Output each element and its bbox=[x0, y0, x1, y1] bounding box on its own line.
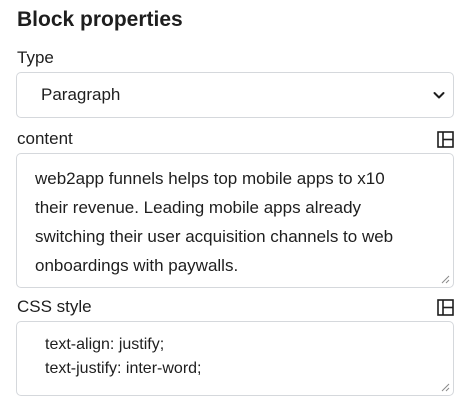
resize-grip-icon[interactable] bbox=[440, 274, 450, 284]
resize-grip-icon[interactable] bbox=[440, 382, 450, 392]
chevron-down-icon bbox=[433, 92, 445, 99]
content-textarea[interactable]: web2app funnels helps top mobile apps to… bbox=[16, 153, 454, 288]
css-style-textarea[interactable]: text-align: justify; text-justify: inter… bbox=[16, 321, 454, 396]
type-select[interactable]: Paragraph bbox=[16, 72, 454, 118]
type-label: Type bbox=[17, 48, 54, 67]
content-line: web2app funnels helps top mobile apps to… bbox=[35, 169, 385, 188]
css-line: text-justify: inter-word; bbox=[45, 360, 202, 377]
layout-panel-icon[interactable] bbox=[437, 299, 454, 316]
type-select-value: Paragraph bbox=[41, 85, 121, 104]
css-line: text-align: justify; bbox=[45, 336, 165, 353]
panel-title: Block properties bbox=[17, 8, 183, 31]
css-style-label: CSS style bbox=[17, 297, 92, 316]
content-line: switching their user acquisition channel… bbox=[35, 227, 394, 246]
content-line: their revenue. Leading mobile apps alrea… bbox=[35, 198, 362, 217]
block-properties-panel: Block properties Type Paragraph content … bbox=[0, 0, 474, 402]
layout-panel-icon[interactable] bbox=[437, 131, 454, 148]
content-label: content bbox=[17, 129, 73, 148]
content-line: onboardings with paywalls. bbox=[35, 256, 239, 275]
